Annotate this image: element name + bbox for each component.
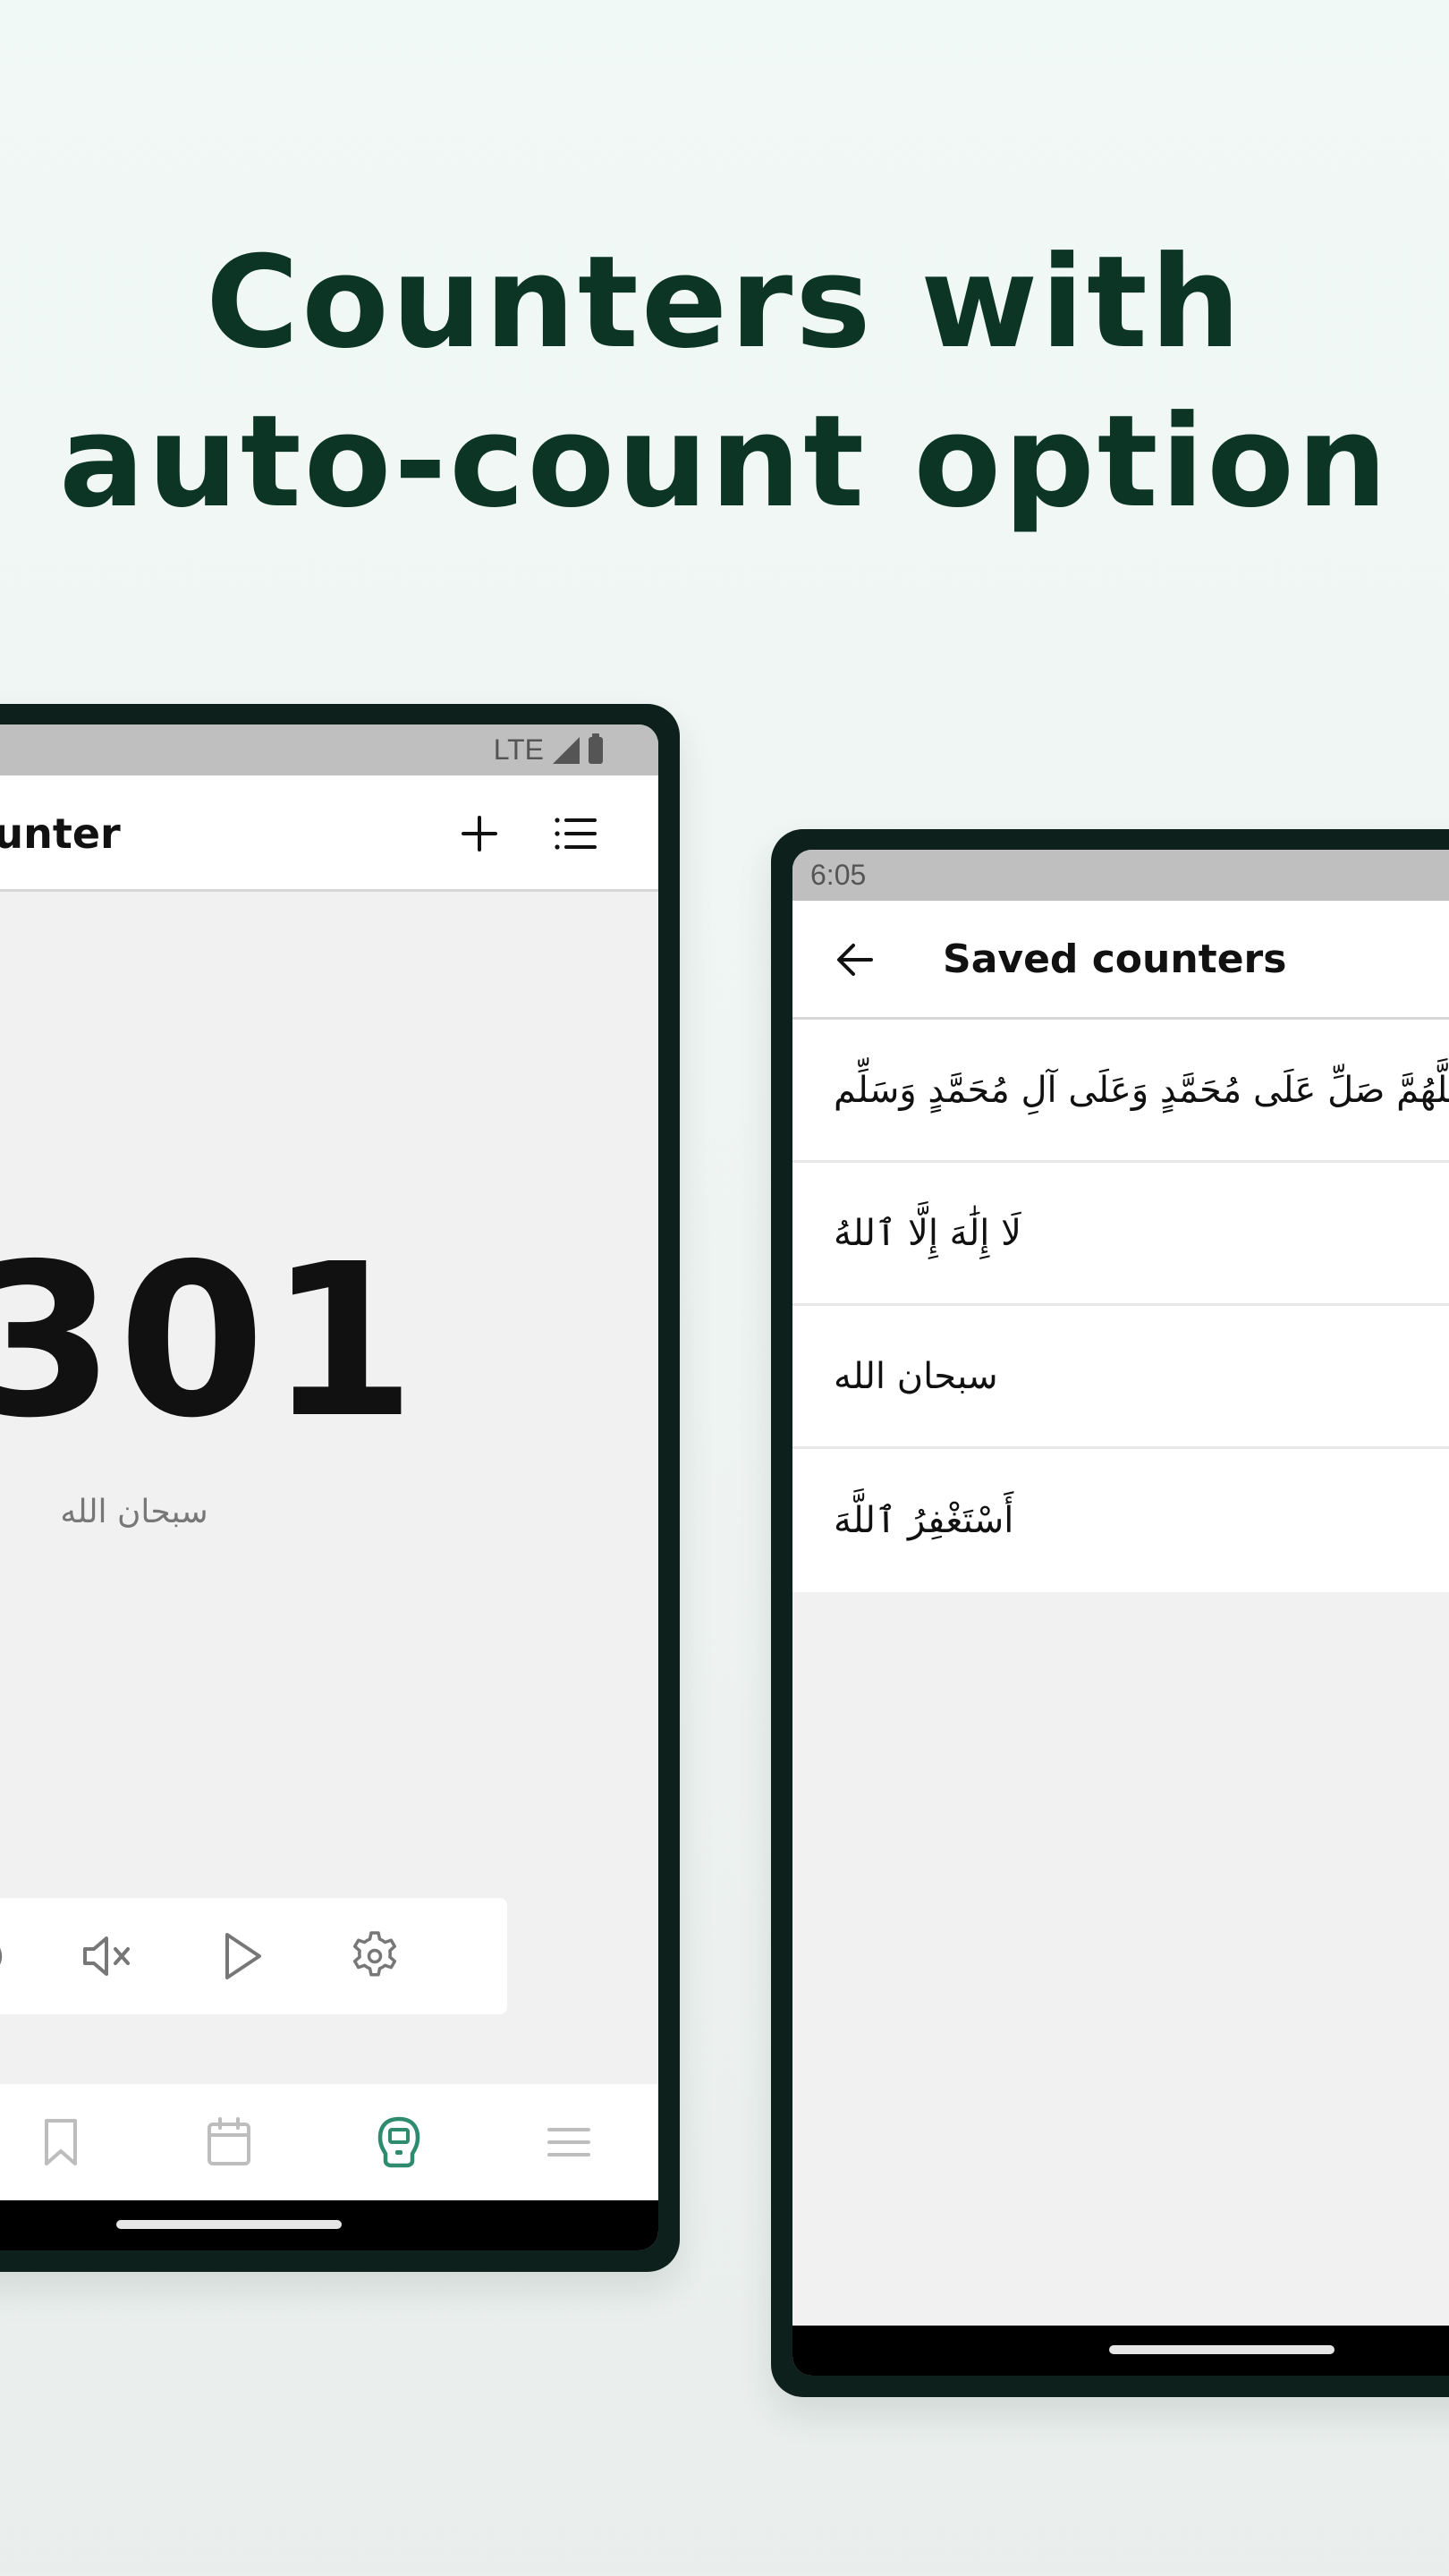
nav-menu[interactable] (533, 2106, 605, 2178)
saved-counter-item[interactable]: أَسْتَغْفِرُ ٱللَّهَ (792, 1449, 1449, 1592)
back-button[interactable] (828, 933, 882, 987)
headline-line-1: Counters with (206, 229, 1243, 377)
sound-toggle-button[interactable] (77, 1925, 140, 1987)
saved-counter-item[interactable]: لَا إِلَٰهَ إِلَّا ٱللهُ (792, 1163, 1449, 1306)
nav-counter[interactable] (363, 2106, 435, 2178)
signal-icon (553, 736, 580, 764)
bottom-navigation (0, 2084, 658, 2200)
auto-count-play-button[interactable] (211, 1925, 274, 1987)
saved-counter-item[interactable]: سبحان الله (792, 1306, 1449, 1449)
app-bar: Saved counters (792, 901, 1449, 1020)
page-title: Saved counters (943, 936, 1287, 982)
status-bar: 6:05 (792, 850, 1449, 901)
saved-counters-phone-mockup: 6:05 Saved counters اَللَّهُمَّ صَلِّ عَ… (771, 829, 1449, 2397)
bookmark-icon (45, 2119, 77, 2165)
home-gesture-handle[interactable] (1109, 2345, 1335, 2354)
saved-counter-text: سبحان الله (834, 1355, 998, 1397)
headline-line-2: auto-count option (59, 388, 1390, 536)
network-label: LTE (493, 733, 544, 766)
saved-counter-text: أَسْتَغْفِرُ ٱللَّهَ (834, 1500, 1014, 1541)
counter-dhikr-label: سبحان الله (60, 1494, 208, 1530)
plus-icon (462, 816, 497, 852)
play-icon (225, 1933, 261, 1979)
saved-counters-screen: 6:05 Saved counters اَللَّهُمَّ صَلِّ عَ… (792, 850, 1449, 2376)
saved-counter-text: لَا إِلَٰهَ إِلَّا ٱللهُ (834, 1212, 1021, 1254)
headline: Counters with auto-count option (0, 224, 1449, 542)
saved-counters-list: اَللَّهُمَّ صَلِّ عَلَى مُحَمَّدٍ وَعَلَ… (792, 1020, 1449, 1592)
counter-settings-button[interactable] (343, 1925, 406, 1987)
saved-counter-item[interactable]: اَللَّهُمَّ صَلِّ عَلَى مُحَمَّدٍ وَعَلَ… (792, 1020, 1449, 1163)
page-title: Counter (0, 809, 121, 858)
saved-counters-button[interactable] (547, 805, 605, 862)
settings-icon (352, 1931, 397, 1977)
counter-value[interactable]: 301 (0, 1234, 416, 1449)
counter-icon (377, 2116, 420, 2168)
add-counter-button[interactable] (451, 805, 508, 862)
counter-controls (0, 1898, 507, 2014)
battery-icon (589, 733, 603, 764)
home-gesture-handle[interactable] (116, 2220, 342, 2229)
reset-button[interactable] (0, 1925, 13, 1987)
system-navigation-bar (0, 2200, 658, 2250)
nav-calendar[interactable] (193, 2106, 265, 2178)
counter-screen: LTE Counter 301 سبحان الله (0, 724, 658, 2250)
status-bar: LTE (0, 724, 658, 775)
nav-bookmarks[interactable] (25, 2106, 97, 2178)
list-icon (555, 818, 597, 850)
counter-phone-mockup: LTE Counter 301 سبحان الله (0, 704, 680, 2272)
menu-icon (547, 2128, 590, 2157)
mute-icon (83, 1936, 130, 1976)
system-navigation-bar (792, 2326, 1449, 2376)
reset-icon (0, 1947, 3, 1965)
saved-counter-text: اَللَّهُمَّ صَلِّ عَلَى مُحَمَّدٍ وَعَلَ… (834, 1069, 1449, 1111)
app-bar: Counter (0, 775, 658, 892)
status-time: 6:05 (810, 859, 867, 891)
back-arrow-icon (837, 944, 873, 976)
calendar-icon (208, 2117, 250, 2165)
